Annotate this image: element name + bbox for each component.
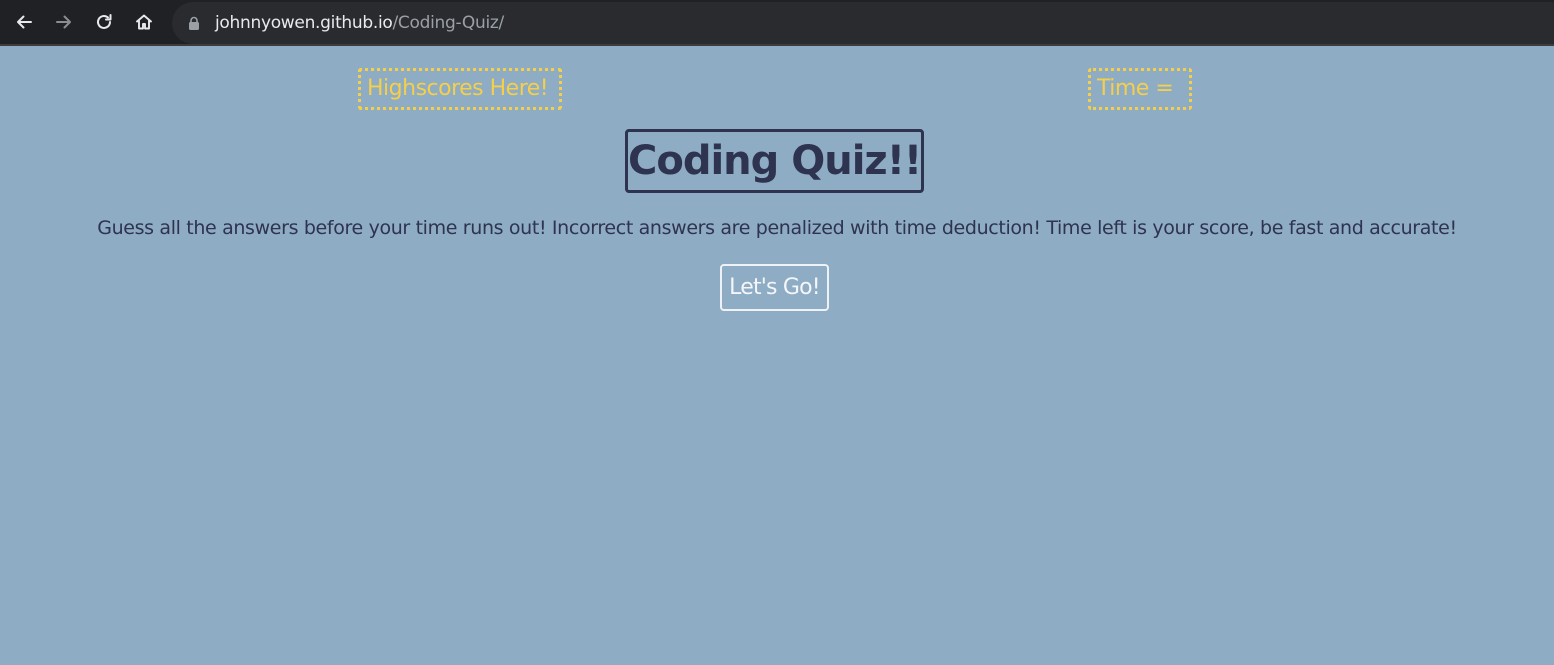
url-text: johnnyowen.github.io/Coding-Quiz/ [215, 12, 504, 34]
lock-icon [189, 16, 199, 30]
page-title: Coding Quiz!! [625, 129, 924, 193]
url-path: /Coding-Quiz/ [392, 13, 505, 33]
back-button[interactable] [11, 9, 37, 35]
quiz-instructions: Guess all the answers before your time r… [97, 217, 1457, 239]
reload-icon [97, 14, 112, 29]
home-button[interactable] [131, 9, 157, 35]
forward-arrow-icon [56, 15, 71, 29]
browser-toolbar: johnnyowen.github.io/Coding-Quiz/ [0, 0, 1554, 46]
reload-button[interactable] [91, 9, 117, 35]
address-bar[interactable]: johnnyowen.github.io/Coding-Quiz/ [172, 2, 1554, 44]
start-quiz-button[interactable]: Let's Go! [720, 264, 829, 311]
highscores-link[interactable]: Highscores Here! [358, 68, 562, 110]
home-icon [136, 14, 152, 30]
url-host: johnnyowen.github.io [215, 13, 393, 33]
back-arrow-icon [17, 15, 32, 29]
forward-button[interactable] [51, 9, 77, 35]
page-content: Highscores Here! Time = Coding Quiz!! Gu… [0, 46, 1554, 665]
timer-display: Time = [1088, 68, 1192, 110]
